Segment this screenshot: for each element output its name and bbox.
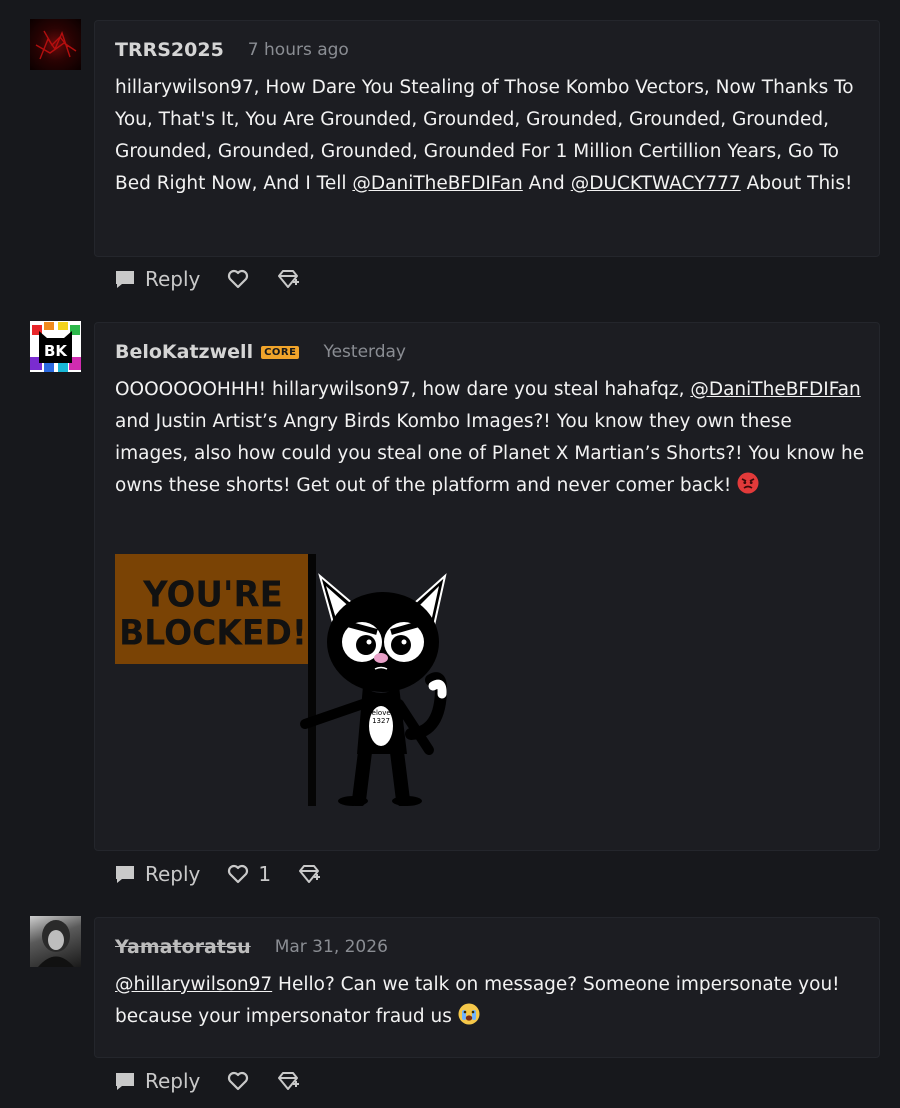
comment-actions: Reply [113, 1069, 300, 1093]
like-button[interactable] [226, 267, 250, 291]
blocked-image[interactable]: YOU'RE BLOCKED! Beloved 1327 [115, 554, 455, 807]
comment-card: TRRS2025 7 hours ago hillarywilson97, Ho… [94, 20, 880, 257]
comment-actions: Reply [113, 267, 300, 291]
mention-link[interactable]: @DUCKTWACY777 [571, 173, 741, 194]
comment-text: hillarywilson97, How Dare You Stealing o… [115, 77, 854, 194]
reply-button[interactable]: Reply [113, 862, 200, 886]
sign-text-line2: BLOCKED! [119, 613, 307, 653]
comment-card: BeloKatzwell CORE Yesterday OOOOOOOHHH! … [94, 322, 880, 851]
avatar-belokatzwell[interactable]: BK [30, 321, 81, 372]
shirt-text-line1: Beloved [367, 709, 395, 717]
award-icon [299, 865, 321, 883]
comment-timestamp[interactable]: 7 hours ago [248, 40, 349, 60]
comment-author[interactable]: BeloKatzwell [115, 341, 253, 363]
award-button[interactable] [297, 862, 321, 886]
avatar-trrs2025[interactable] [30, 19, 81, 70]
speech-bubble-icon [116, 1073, 134, 1090]
mention-link[interactable]: @hillarywilson97 [115, 974, 272, 995]
reply-button[interactable]: Reply [113, 1069, 200, 1093]
comment-timestamp[interactable]: Mar 31, 2026 [275, 937, 388, 957]
core-badge: CORE [261, 345, 300, 359]
sign-text-line1: YOU'RE [142, 575, 283, 616]
speech-bubble-icon [116, 271, 134, 288]
avatar-yamatoratsu[interactable] [30, 916, 81, 967]
award-button[interactable] [276, 1069, 300, 1093]
mention-link[interactable]: @DaniTheBFDIFan [352, 173, 522, 194]
angry-face-emoji [737, 472, 759, 494]
reply-button[interactable]: Reply [113, 267, 200, 291]
comment-text: OOOOOOOHHH! hillarywilson97, how dare yo… [115, 379, 865, 496]
crying-face-emoji [458, 1003, 480, 1025]
comment-card: Yamatoratsu Mar 31, 2026 @hillarywilson9… [94, 917, 880, 1058]
like-count: 1 [258, 862, 272, 886]
award-icon [278, 270, 300, 288]
award-icon [278, 1072, 300, 1090]
heart-icon [228, 1071, 249, 1091]
like-button[interactable]: 1 [226, 862, 271, 886]
mention-link[interactable]: @DaniTheBFDIFan [690, 379, 860, 400]
shirt-text-line2: 1327 [372, 717, 390, 725]
comment-author[interactable]: TRRS2025 [115, 39, 224, 61]
award-button[interactable] [276, 267, 300, 291]
comment-text: @hillarywilson97 Hello? Can we talk on m… [115, 974, 840, 1027]
heart-icon [228, 864, 249, 884]
comment-author[interactable]: Yamatoratsu [115, 936, 251, 958]
comment-timestamp[interactable]: Yesterday [323, 342, 406, 362]
heart-icon [228, 269, 249, 289]
comment-actions: Reply 1 [113, 862, 321, 886]
avatar-initials: BK [44, 342, 68, 360]
like-button[interactable] [226, 1069, 250, 1093]
speech-bubble-icon [116, 866, 134, 883]
